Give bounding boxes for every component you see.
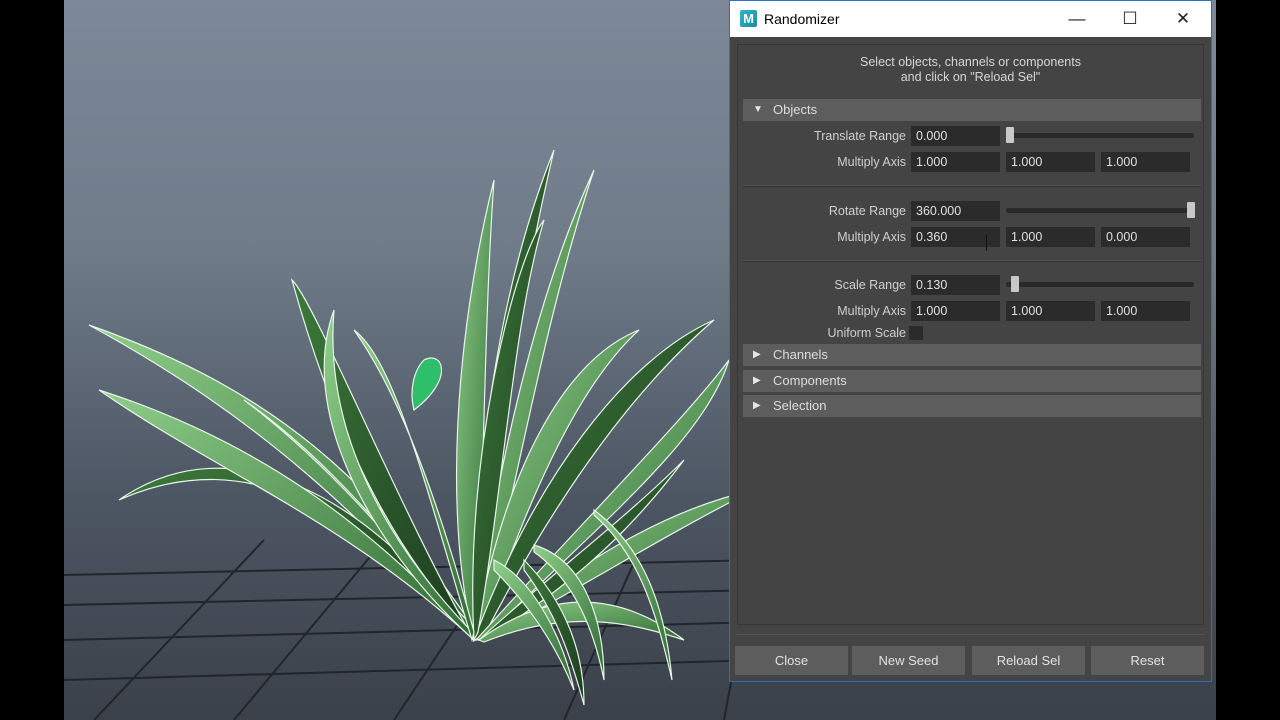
- translate-range-field[interactable]: 0.000: [911, 126, 1000, 146]
- scale-range-slider[interactable]: [1006, 282, 1194, 287]
- title-bar[interactable]: M Randomizer — ☐ ✕: [730, 1, 1211, 37]
- scale-axis-x-field[interactable]: 1.000: [911, 301, 1000, 321]
- rotate-axis-y-field[interactable]: 1.000: [1006, 227, 1095, 247]
- instructions-text: Select objects, channels or components a…: [738, 55, 1203, 85]
- rotate-range-slider[interactable]: [1006, 208, 1194, 213]
- scale-range-field[interactable]: 0.130: [911, 275, 1000, 295]
- translate-multiply-axis-label: Multiply Axis: [837, 155, 906, 169]
- instructions-line-2: and click on "Reload Sel": [900, 70, 1041, 84]
- rotate-multiply-axis-label: Multiply Axis: [837, 230, 906, 244]
- selection-frame-header[interactable]: ▶ Selection: [743, 395, 1201, 417]
- button-bar-separator: [735, 634, 1205, 635]
- minimize-button[interactable]: —: [1051, 1, 1103, 37]
- rotate-axis-z-field[interactable]: 0.000: [1101, 227, 1190, 247]
- scale-slider-handle[interactable]: [1011, 276, 1019, 292]
- uniform-scale-label: Uniform Scale: [827, 326, 907, 340]
- selection-frame-label: Selection: [773, 398, 827, 413]
- maya-logo-icon: M: [740, 10, 757, 27]
- channels-frame-label: Channels: [773, 347, 828, 362]
- content-panel: Select objects, channels or components a…: [737, 44, 1204, 625]
- translate-axis-y-field[interactable]: 1.000: [1006, 152, 1095, 172]
- translate-range-label: Translate Range: [814, 129, 906, 143]
- text-cursor-icon: [986, 235, 987, 251]
- rotate-slider-handle[interactable]: [1187, 202, 1195, 218]
- randomizer-window: M Randomizer — ☐ ✕ Select objects, chann…: [729, 0, 1212, 682]
- objects-frame-label: Objects: [773, 102, 818, 117]
- grass-blades: [88, 149, 755, 706]
- components-frame-label: Components: [773, 373, 847, 388]
- separator: [743, 185, 1201, 187]
- scale-range-label: Scale Range: [834, 278, 906, 292]
- expand-arrow-icon: ▶: [753, 375, 761, 386]
- components-frame-header[interactable]: ▶ Components: [743, 370, 1201, 392]
- translate-axis-x-field[interactable]: 1.000: [911, 152, 1000, 172]
- rotate-range-label: Rotate Range: [828, 204, 906, 218]
- reload-sel-button[interactable]: Reload Sel: [972, 646, 1085, 675]
- translate-axis-z-field[interactable]: 1.000: [1101, 152, 1190, 172]
- expand-arrow-icon: ▶: [753, 349, 761, 360]
- translate-range-slider[interactable]: [1006, 133, 1194, 138]
- window-title: Randomizer: [764, 11, 840, 27]
- channels-frame-header[interactable]: ▶ Channels: [743, 344, 1201, 366]
- screen: M Randomizer — ☐ ✕ Select objects, chann…: [0, 0, 1280, 720]
- scale-multiply-axis-label: Multiply Axis: [837, 304, 906, 318]
- rotate-range-field[interactable]: 360.000: [911, 201, 1000, 221]
- objects-frame-header[interactable]: ▼ Objects: [743, 99, 1201, 121]
- scale-axis-z-field[interactable]: 1.000: [1101, 301, 1190, 321]
- scale-axis-y-field[interactable]: 1.000: [1006, 301, 1095, 321]
- uniform-scale-checkbox[interactable]: [909, 326, 923, 340]
- separator: [743, 260, 1201, 262]
- new-seed-button[interactable]: New Seed: [852, 646, 965, 675]
- translate-slider-handle[interactable]: [1006, 127, 1014, 143]
- instructions-line-1: Select objects, channels or components: [860, 55, 1081, 69]
- expand-arrow-icon: ▶: [753, 400, 761, 411]
- maximize-button[interactable]: ☐: [1104, 1, 1156, 37]
- collapse-arrow-icon: ▼: [753, 104, 763, 115]
- reset-button[interactable]: Reset: [1091, 646, 1204, 675]
- close-button[interactable]: Close: [735, 646, 848, 675]
- close-window-button[interactable]: ✕: [1157, 1, 1209, 37]
